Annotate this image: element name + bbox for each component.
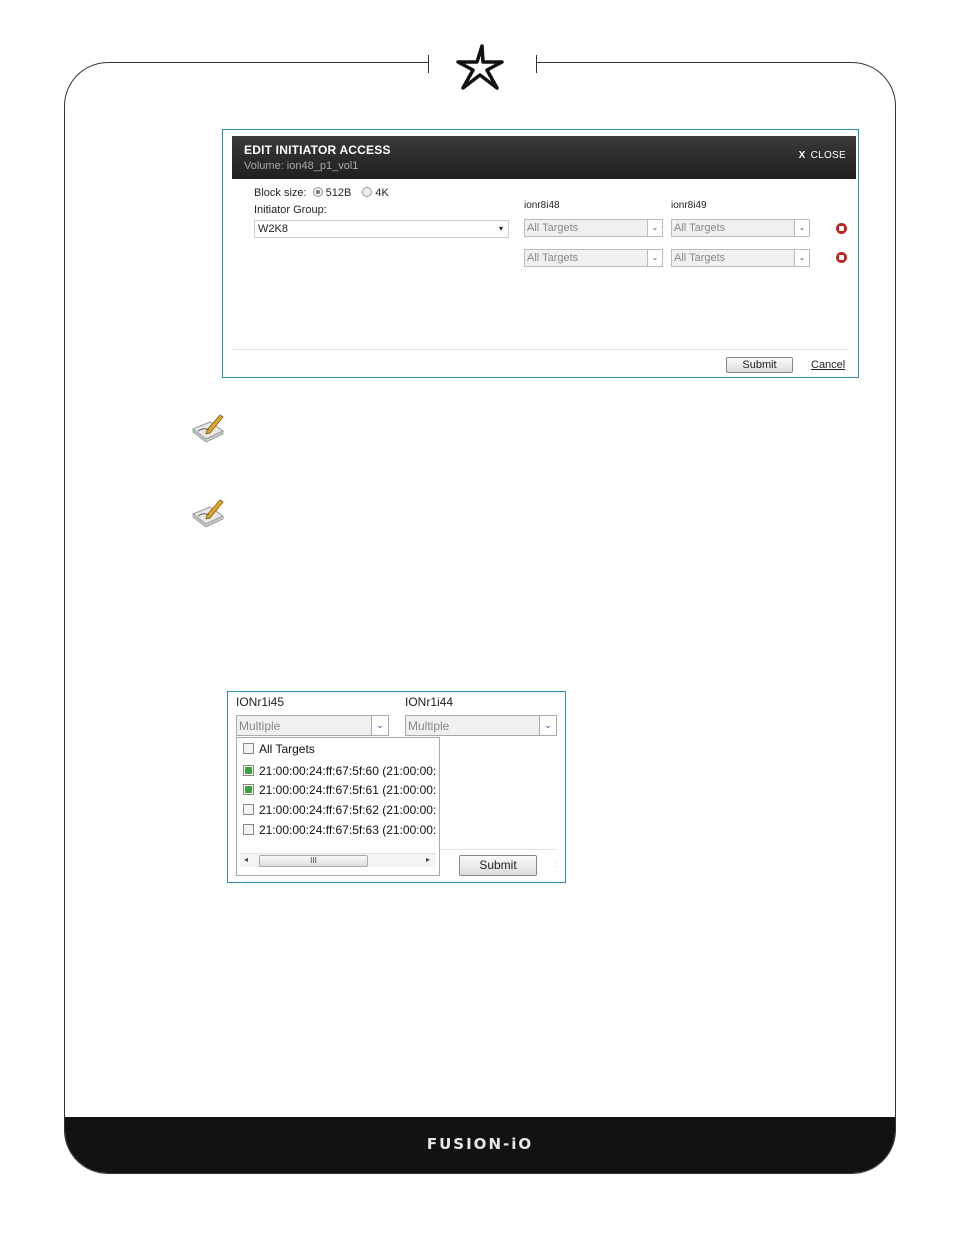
- delete-icon[interactable]: [836, 223, 847, 234]
- submit-button[interactable]: Submit: [726, 357, 793, 373]
- note-pencil-icon: [192, 499, 224, 528]
- option-target-63[interactable]: 21:00:00:24:ff:67:5f:63 (21:00:00:: [243, 823, 436, 837]
- option-label: 21:00:00:24:ff:67:5f:62 (21:00:00:: [259, 803, 437, 817]
- scroll-left-icon[interactable]: ◂: [244, 855, 248, 864]
- frame-tick-right: [536, 55, 537, 73]
- checkbox[interactable]: [243, 743, 254, 754]
- target-select-value: All Targets: [674, 252, 726, 264]
- block-size-label: Block size:: [254, 187, 307, 199]
- checkbox[interactable]: [243, 804, 254, 815]
- radio-512b-label: 512B: [325, 187, 352, 199]
- note-pencil-icon: [192, 414, 224, 443]
- dialog-subtitle: Volume: ion48_p1_vol1: [244, 160, 359, 172]
- radio-4k-label: 4K: [375, 187, 389, 199]
- radio-4k[interactable]: [362, 187, 373, 197]
- option-label: 21:00:00:24:ff:67:5f:60 (21:00:00:: [259, 764, 437, 778]
- chevron-down-icon: ⌄: [794, 220, 809, 236]
- target-select-r1-c1[interactable]: All Targets ⌄: [524, 219, 663, 237]
- targets-select-value: Multiple: [239, 719, 281, 733]
- checkbox[interactable]: [243, 784, 254, 795]
- option-label: 21:00:00:24:ff:67:5f:61 (21:00:00:: [259, 783, 437, 797]
- target-select-value: All Targets: [674, 222, 726, 234]
- close-icon: X: [798, 150, 806, 161]
- checkbox[interactable]: [243, 765, 254, 776]
- target-select-value: All Targets: [527, 252, 579, 264]
- footer-bar: FUSION-iO: [65, 1117, 895, 1173]
- column-header-2: IONr1i44: [405, 695, 454, 709]
- cancel-link[interactable]: Cancel: [811, 359, 845, 371]
- initiator-group-label: Initiator Group:: [254, 204, 327, 216]
- edit-initiator-access-dialog: EDIT INITIATOR ACCESS Volume: ion48_p1_v…: [222, 129, 859, 378]
- column-header-1: ionr8i48: [524, 200, 560, 211]
- chevron-down-icon: ⌄: [371, 716, 388, 735]
- option-label: All Targets: [259, 742, 315, 756]
- target-select-r1-c2[interactable]: All Targets ⌄: [671, 219, 810, 237]
- target-select-r2-c1[interactable]: All Targets ⌄: [524, 249, 663, 267]
- targets-select-2[interactable]: Multiple ⌄: [405, 715, 557, 736]
- scroll-thumb[interactable]: III: [259, 855, 368, 867]
- initiator-group-select[interactable]: W2K8 ▾: [254, 220, 509, 238]
- dialog-divider: [233, 349, 848, 350]
- footer-brand: FUSION-iO: [426, 1135, 534, 1153]
- dialog-header: EDIT INITIATOR ACCESS Volume: ion48_p1_v…: [232, 136, 856, 179]
- radio-512b[interactable]: [312, 187, 323, 197]
- option-target-60[interactable]: 21:00:00:24:ff:67:5f:60 (21:00:00:: [243, 764, 436, 778]
- column-header-2: ionr8i49: [671, 200, 707, 211]
- block-size-row: Block size: 512B 4K: [254, 187, 389, 199]
- column-header-1: IONr1i45: [236, 695, 285, 709]
- targets-dropdown-list: All Targets 21:00:00:24:ff:67:5f:60 (21:…: [236, 737, 440, 876]
- target-select-r2-c2[interactable]: All Targets ⌄: [671, 249, 810, 267]
- resize-grip: :: [554, 860, 557, 869]
- dropdown-arrow-icon: ▾: [498, 224, 503, 233]
- chevron-down-icon: ⌄: [539, 716, 556, 735]
- option-target-62[interactable]: 21:00:00:24:ff:67:5f:62 (21:00:00:: [243, 803, 436, 817]
- initiator-group-value: W2K8: [258, 223, 288, 235]
- multiple-targets-dropdown-view: IONr1i45 IONr1i44 Multiple ⌄ Multiple ⌄ …: [227, 691, 566, 883]
- chevron-down-icon: ⌄: [794, 250, 809, 266]
- close-label: CLOSE: [810, 150, 846, 161]
- chevron-down-icon: ⌄: [647, 250, 662, 266]
- dialog-title: EDIT INITIATOR ACCESS: [244, 143, 391, 157]
- scroll-right-icon[interactable]: ▸: [426, 855, 430, 864]
- option-all-targets[interactable]: All Targets: [243, 742, 315, 756]
- close-button[interactable]: X CLOSE: [799, 150, 846, 161]
- footer-divider: [440, 849, 557, 850]
- option-label: 21:00:00:24:ff:67:5f:63 (21:00:00:: [259, 823, 437, 837]
- frame-tick-left: [428, 55, 429, 73]
- horizontal-scrollbar[interactable]: ◂ III ▸: [240, 853, 436, 867]
- targets-select-value: Multiple: [408, 719, 450, 733]
- star-logo-icon: [456, 44, 504, 90]
- target-select-value: All Targets: [527, 222, 579, 234]
- submit-button[interactable]: Submit: [459, 855, 537, 876]
- checkbox[interactable]: [243, 824, 254, 835]
- chevron-down-icon: ⌄: [647, 220, 662, 236]
- delete-icon[interactable]: [836, 252, 847, 263]
- option-target-61[interactable]: 21:00:00:24:ff:67:5f:61 (21:00:00:: [243, 783, 436, 797]
- targets-select-1[interactable]: Multiple ⌄: [236, 715, 389, 736]
